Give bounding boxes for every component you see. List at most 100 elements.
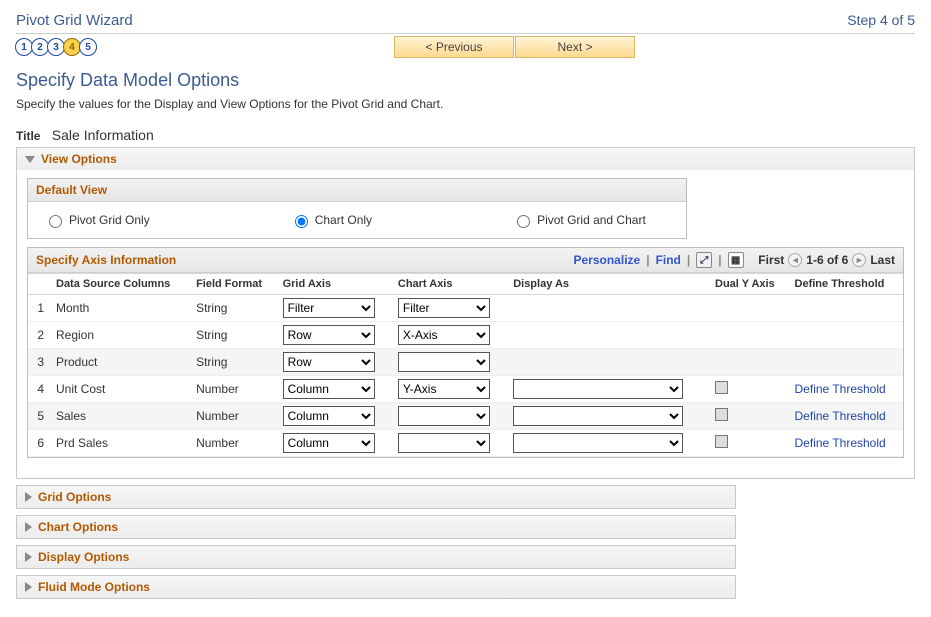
chart-axis-select[interactable]: FilterX-AxisY-Axis — [398, 433, 490, 453]
define-threshold-link[interactable]: Define Threshold — [795, 409, 886, 423]
col-grid-axis-header: Grid Axis — [277, 274, 392, 295]
grid-axis-select[interactable]: FilterRowColumn — [283, 379, 375, 399]
step-bubbles: 12345 — [16, 38, 96, 56]
radio-pivot-only-label: Pivot Grid Only — [69, 213, 150, 227]
section-header-display-options[interactable]: Display Options — [17, 546, 735, 568]
grid-axis-select[interactable]: FilterRowColumn — [283, 352, 375, 372]
radio-both-input[interactable] — [517, 215, 530, 228]
radio-both[interactable]: Pivot Grid and Chart — [512, 212, 646, 228]
row-number: 6 — [28, 430, 50, 457]
table-row: 5SalesNumber FilterRowColumn FilterX-AxisY… — [28, 403, 903, 430]
grid-axis-select[interactable]: FilterRowColumn — [283, 325, 375, 345]
section-header-view-options[interactable]: View Options — [17, 148, 914, 170]
collapse-icon — [25, 156, 35, 163]
first-label: First — [758, 253, 784, 267]
last-label: Last — [870, 253, 895, 267]
axis-info-title: Specify Axis Information — [36, 253, 176, 267]
dual-y-checkbox[interactable] — [715, 408, 728, 421]
chart-axis-select[interactable]: FilterX-AxisY-Axis — [398, 379, 490, 399]
data-source-cell: Month — [50, 295, 190, 322]
zoom-icon[interactable]: ⤢ — [696, 252, 712, 268]
field-format-cell: String — [190, 349, 277, 376]
section-display-options: Display Options — [16, 545, 736, 569]
field-format-cell: Number — [190, 403, 277, 430]
radio-pivot-only[interactable]: Pivot Grid Only — [44, 212, 150, 228]
col-display-as-header: Display As — [507, 274, 709, 295]
grid-axis-select[interactable]: FilterRowColumn — [283, 298, 375, 318]
page-title: Specify Data Model Options — [16, 70, 915, 91]
col-field-format-header: Field Format — [190, 274, 277, 295]
personalize-link[interactable]: Personalize — [574, 253, 641, 267]
section-header-chart-options[interactable]: Chart Options — [17, 516, 735, 538]
axis-info-panel: Specify Axis Information Personalize | F… — [27, 247, 904, 458]
field-format-cell: String — [190, 322, 277, 349]
first-page-icon[interactable]: ◄ — [788, 253, 802, 267]
section-title: Fluid Mode Options — [38, 580, 150, 594]
row-number: 4 — [28, 376, 50, 403]
display-as-select[interactable] — [513, 433, 683, 453]
define-threshold-link[interactable]: Define Threshold — [795, 382, 886, 396]
axis-table: Data Source Columns Field Format Grid Ax… — [28, 273, 903, 457]
radio-pivot-only-input[interactable] — [49, 215, 62, 228]
field-format-cell: String — [190, 295, 277, 322]
define-threshold-link[interactable]: Define Threshold — [795, 436, 886, 450]
grid-axis-select[interactable]: FilterRowColumn — [283, 406, 375, 426]
data-source-cell: Product — [50, 349, 190, 376]
expand-icon — [25, 492, 32, 502]
table-row: 4Unit CostNumber FilterRowColumn FilterX-A… — [28, 376, 903, 403]
dual-y-checkbox[interactable] — [715, 381, 728, 394]
chart-axis-select[interactable]: FilterX-AxisY-Axis — [398, 406, 490, 426]
next-button[interactable]: Next > — [515, 36, 635, 58]
col-chart-axis-header: Chart Axis — [392, 274, 507, 295]
dual-y-checkbox[interactable] — [715, 435, 728, 448]
section-title: Display Options — [38, 550, 129, 564]
default-view-title: Default View — [36, 183, 107, 197]
display-as-select[interactable] — [513, 379, 683, 399]
title-label: Title — [16, 129, 40, 143]
section-view-options: View Options Default View Pivot Grid Onl… — [16, 147, 915, 479]
title-value: Sale Information — [52, 127, 154, 143]
section-title: View Options — [41, 152, 117, 166]
radio-both-label: Pivot Grid and Chart — [537, 213, 646, 227]
section-fluid-mode-options: Fluid Mode Options — [16, 575, 736, 599]
expand-icon — [25, 552, 32, 562]
step-indicator: Step 4 of 5 — [847, 12, 915, 28]
previous-button[interactable]: < Previous — [394, 36, 514, 58]
section-title: Grid Options — [38, 490, 111, 504]
radio-chart-only[interactable]: Chart Only — [290, 212, 372, 228]
radio-chart-only-label: Chart Only — [315, 213, 372, 227]
expand-icon — [25, 582, 32, 592]
table-row: 1MonthString FilterRowColumn FilterX-AxisY… — [28, 295, 903, 322]
chart-axis-select[interactable]: FilterX-AxisY-Axis — [398, 352, 490, 372]
radio-chart-only-input[interactable] — [295, 215, 308, 228]
section-title: Chart Options — [38, 520, 118, 534]
row-number: 3 — [28, 349, 50, 376]
find-link[interactable]: Find — [656, 253, 681, 267]
table-row: 3ProductString FilterRowColumn FilterX-Axi… — [28, 349, 903, 376]
col-dual-y-header: Dual Y Axis — [709, 274, 789, 295]
section-chart-options: Chart Options — [16, 515, 736, 539]
grid-view-icon[interactable]: ▦ — [728, 252, 744, 268]
step-bubble-5[interactable]: 5 — [79, 38, 97, 56]
data-source-cell: Sales — [50, 403, 190, 430]
table-row: 2RegionStringFilterRowColumnFilterX-Axis… — [28, 322, 903, 349]
section-grid-options: Grid Options — [16, 485, 736, 509]
row-number: 1 — [28, 295, 50, 322]
data-source-cell: Unit Cost — [50, 376, 190, 403]
section-header-fluid-mode-options[interactable]: Fluid Mode Options — [17, 576, 735, 598]
page-description: Specify the values for the Display and V… — [16, 97, 915, 111]
field-format-cell: Number — [190, 430, 277, 457]
wizard-title: Pivot Grid Wizard — [16, 12, 133, 29]
row-number: 2 — [28, 322, 50, 349]
chart-axis-select[interactable]: FilterX-AxisY-Axis — [398, 298, 490, 318]
range-label: 1-6 of 6 — [806, 253, 848, 267]
table-row: 6Prd SalesNumberFilterRowColumnFilterX-A… — [28, 430, 903, 457]
col-num-header — [28, 274, 50, 295]
row-number: 5 — [28, 403, 50, 430]
last-page-icon[interactable]: ► — [852, 253, 866, 267]
section-header-grid-options[interactable]: Grid Options — [17, 486, 735, 508]
grid-axis-select[interactable]: FilterRowColumn — [283, 433, 375, 453]
display-as-select[interactable] — [513, 406, 683, 426]
chart-axis-select[interactable]: FilterX-AxisY-Axis — [398, 325, 490, 345]
field-format-cell: Number — [190, 376, 277, 403]
